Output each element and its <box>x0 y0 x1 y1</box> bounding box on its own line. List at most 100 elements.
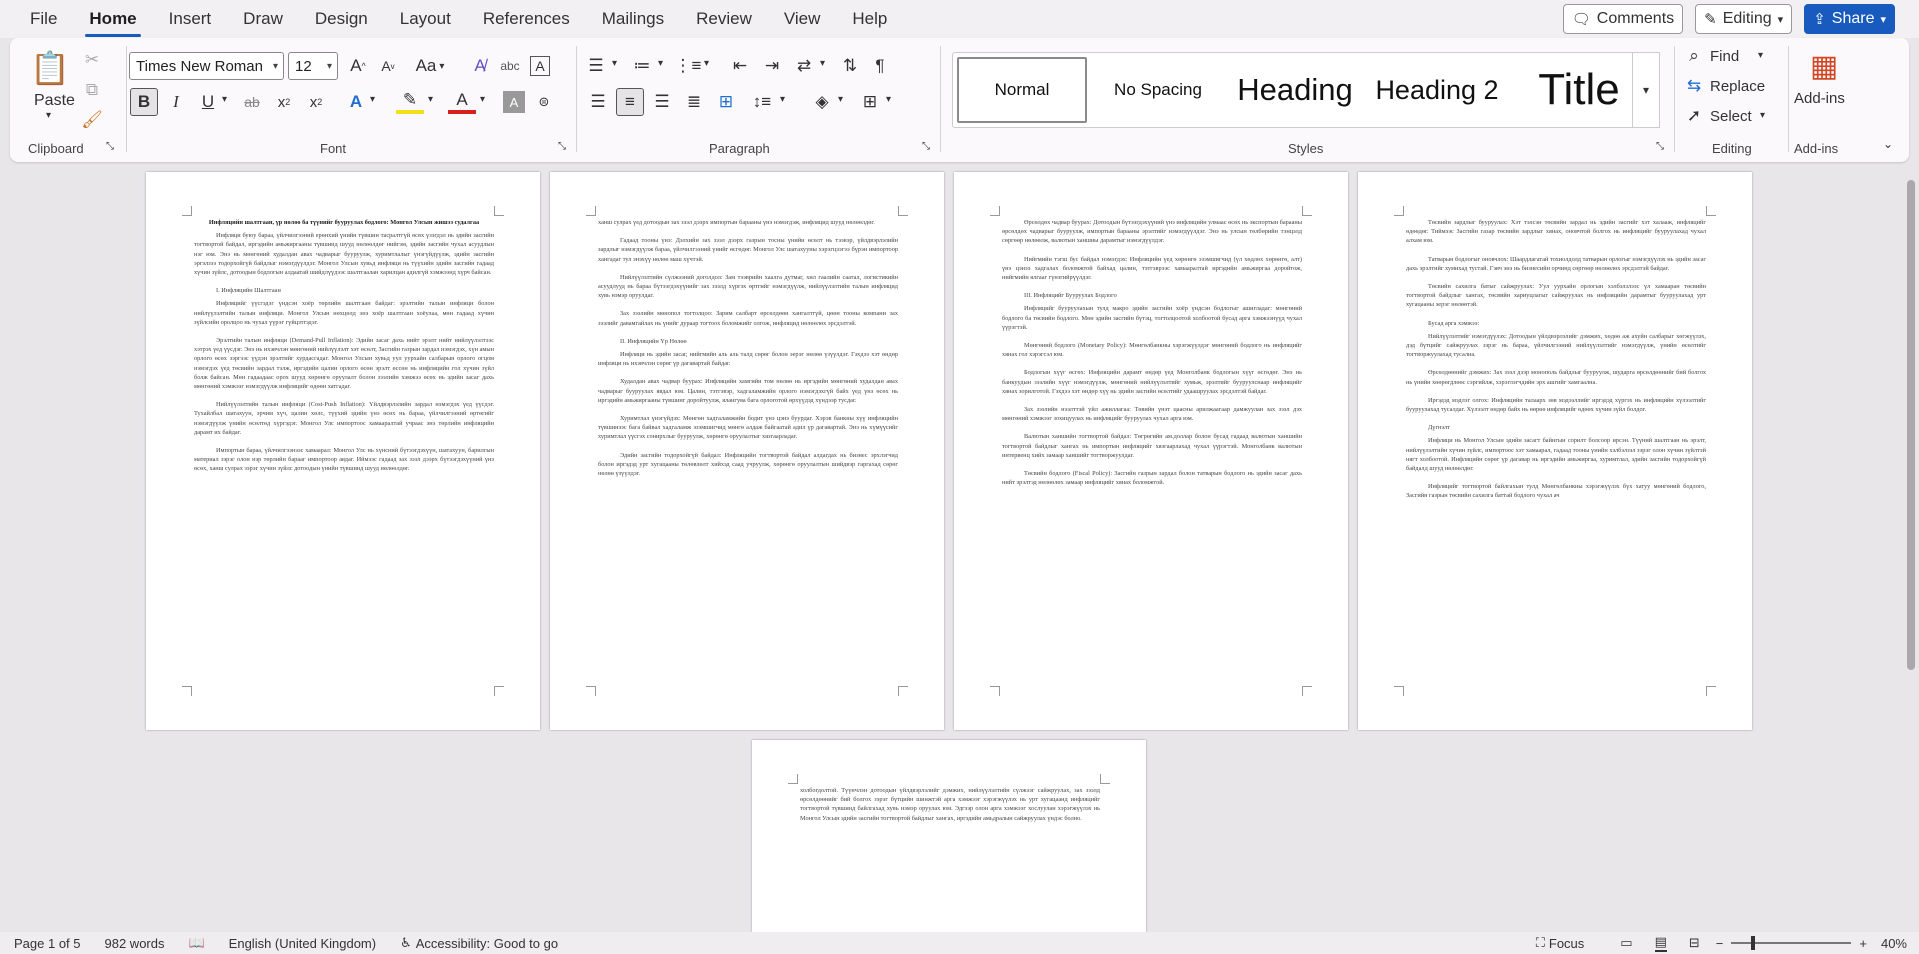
menu-view[interactable]: View <box>780 3 825 35</box>
style-heading[interactable]: Heading <box>1225 57 1365 123</box>
zoom-in-icon[interactable]: + <box>1859 936 1867 951</box>
chevron-down-icon[interactable]: ▾ <box>612 58 617 69</box>
chevron-down-icon[interactable]: ▾ <box>222 94 227 105</box>
document-page-2[interactable]: ханш сулрах үед дотоодын зах зээл дээрх … <box>550 172 944 730</box>
collapse-ribbon-icon[interactable]: ⌄ <box>1874 130 1902 158</box>
zoom-thumb[interactable] <box>1751 936 1756 950</box>
borders-icon[interactable]: ⊞ <box>856 88 884 116</box>
align-left-icon[interactable]: ☰ <box>584 88 612 116</box>
menu-mailings[interactable]: Mailings <box>598 3 668 35</box>
character-border-icon[interactable]: A <box>530 56 550 76</box>
document-page-1[interactable]: Инфляцийн шалтгаан, үр нөлөө ба түүнийг … <box>146 172 540 730</box>
chevron-down-icon[interactable]: ▾ <box>46 110 51 121</box>
dialog-launcher-icon[interactable]: ⤡ <box>554 138 570 154</box>
page-4-body[interactable]: Төсвийн зардлыг бууруулах: Хэт тэлсэн тө… <box>1406 218 1706 684</box>
change-case-icon[interactable]: Aa ▾ <box>410 52 450 80</box>
chevron-down-icon[interactable]: ▾ <box>838 94 843 105</box>
word-count[interactable]: 982 words <box>105 936 165 951</box>
chevron-down-icon[interactable]: ▾ <box>886 94 891 105</box>
distributed-icon[interactable]: ⊞ <box>712 88 740 116</box>
share-button[interactable]: ⇪ Share ▾ <box>1804 4 1895 34</box>
numbering-icon[interactable]: ≔ <box>628 52 656 80</box>
dialog-launcher-icon[interactable]: ⤡ <box>1652 138 1668 154</box>
document-page-5[interactable]: холбогдолтой. Түүнчлэн дотоодын үйлдвэрл… <box>752 740 1146 932</box>
style-no-spacing[interactable]: No Spacing <box>1093 57 1223 123</box>
chevron-down-icon[interactable]: ▾ <box>428 94 433 105</box>
text-direction-icon[interactable]: ⇄ <box>790 52 818 80</box>
menu-layout[interactable]: Layout <box>396 3 455 35</box>
line-spacing-icon[interactable]: ↕≡ <box>748 88 776 116</box>
paste-label[interactable]: Paste <box>34 92 75 110</box>
font-color-icon[interactable]: A <box>448 90 476 114</box>
chevron-down-icon[interactable]: ▾ <box>820 58 825 69</box>
strikethrough-icon[interactable]: ab <box>238 88 266 116</box>
menu-home[interactable]: Home <box>85 3 141 37</box>
chevron-down-icon[interactable]: ▾ <box>780 94 785 105</box>
vertical-scrollbar[interactable] <box>1907 180 1915 670</box>
language[interactable]: English (United Kingdom) <box>229 936 376 951</box>
cut-icon[interactable]: ✂ <box>78 46 106 74</box>
superscript-icon[interactable]: x2 <box>302 88 330 116</box>
style-title[interactable]: Title <box>1509 57 1649 123</box>
sort-icon[interactable]: ⇅ <box>836 52 864 80</box>
chevron-down-icon[interactable]: ▾ <box>658 58 663 69</box>
increase-indent-icon[interactable]: ⇥ <box>758 52 786 80</box>
menu-references[interactable]: References <box>479 3 574 35</box>
select-icon[interactable]: ➚ <box>1680 102 1708 130</box>
replace-icon[interactable]: ⇆ <box>1680 72 1708 100</box>
shrink-font-icon[interactable]: Av <box>374 52 402 80</box>
font-size-combo[interactable]: 12 ▾ <box>288 52 338 80</box>
multilevel-list-icon[interactable]: ⋮≡ <box>674 52 702 80</box>
menu-insert[interactable]: Insert <box>165 3 216 35</box>
paste-icon[interactable]: 📋 <box>30 46 70 90</box>
chevron-down-icon[interactable]: ▾ <box>480 94 485 105</box>
show-formatting-marks-icon[interactable]: ¶ <box>866 52 894 80</box>
phonetic-guide-icon[interactable]: abc <box>496 52 524 80</box>
accessibility-status[interactable]: ♿ Accessibility: Good to go <box>400 935 558 951</box>
dialog-launcher-icon[interactable]: ⤡ <box>102 138 118 154</box>
find-icon[interactable]: ⌕ <box>1680 42 1708 70</box>
grow-font-icon[interactable]: A ^ <box>344 52 372 80</box>
shading-icon[interactable]: ◈ <box>808 88 836 116</box>
focus-button[interactable]: ⛶ Focus <box>1536 935 1585 951</box>
editing-mode-button[interactable]: ✎ Editing ▾ <box>1695 4 1793 34</box>
subscript-icon[interactable]: x2 <box>270 88 298 116</box>
menu-review[interactable]: Review <box>692 3 756 35</box>
zoom-slider[interactable] <box>1731 936 1852 950</box>
replace-button[interactable]: Replace <box>1710 78 1765 95</box>
chevron-down-icon[interactable]: ▾ <box>1758 50 1763 61</box>
style-normal[interactable]: Normal <box>957 57 1087 123</box>
underline-icon[interactable]: U <box>194 88 222 116</box>
zoom-level[interactable]: 40% <box>1881 936 1907 951</box>
select-button[interactable]: Select <box>1710 108 1752 125</box>
zoom-out-icon[interactable]: − <box>1716 936 1724 951</box>
copy-icon[interactable]: ⧉ <box>78 76 106 104</box>
menu-draw[interactable]: Draw <box>239 3 287 35</box>
styles-more-icon[interactable]: ▾ <box>1632 52 1660 128</box>
page-5-body[interactable]: холбогдолтой. Түүнчлэн дотоодын үйлдвэрл… <box>800 786 1100 922</box>
italic-icon[interactable]: I <box>162 88 190 116</box>
menu-design[interactable]: Design <box>311 3 372 35</box>
format-painter-icon[interactable]: 🖌 <box>78 106 106 134</box>
chevron-down-icon[interactable]: ▾ <box>704 58 709 69</box>
print-layout-icon[interactable]: ▤ <box>1654 934 1667 952</box>
decrease-indent-icon[interactable]: ⇤ <box>726 52 754 80</box>
page-count[interactable]: Page 1 of 5 <box>14 936 81 951</box>
web-layout-icon[interactable]: ⊟ <box>1689 935 1700 951</box>
find-button[interactable]: Find <box>1710 48 1739 65</box>
add-ins-button[interactable]: Add-ins <box>1794 90 1845 107</box>
align-right-icon[interactable]: ☰ <box>648 88 676 116</box>
dialog-launcher-icon[interactable]: ⤡ <box>918 138 934 154</box>
align-center-icon[interactable]: ≡ <box>616 88 644 116</box>
page-1-body[interactable]: Инфляцийн шалтгаан, үр нөлөө ба түүнийг … <box>194 218 494 684</box>
enclose-characters-icon[interactable]: ⊜ <box>530 88 558 116</box>
text-effects-icon[interactable]: A <box>342 88 370 116</box>
style-heading-2[interactable]: Heading 2 <box>1367 57 1507 123</box>
document-page-4[interactable]: Төсвийн зардлыг бууруулах: Хэт тэлсэн тө… <box>1358 172 1752 730</box>
page-2-body[interactable]: ханш сулрах үед дотоодын зах зээл дээрх … <box>598 218 898 684</box>
clear-formatting-icon[interactable]: A̸ <box>466 52 494 80</box>
document-page-3[interactable]: Өрсөлдөх чадвар буурах: Дотоодын бүтээгд… <box>954 172 1348 730</box>
character-shading-icon[interactable]: A <box>503 91 525 113</box>
bullets-icon[interactable]: ☰ <box>582 52 610 80</box>
font-name-combo[interactable]: Times New Roman ▾ <box>129 52 284 80</box>
